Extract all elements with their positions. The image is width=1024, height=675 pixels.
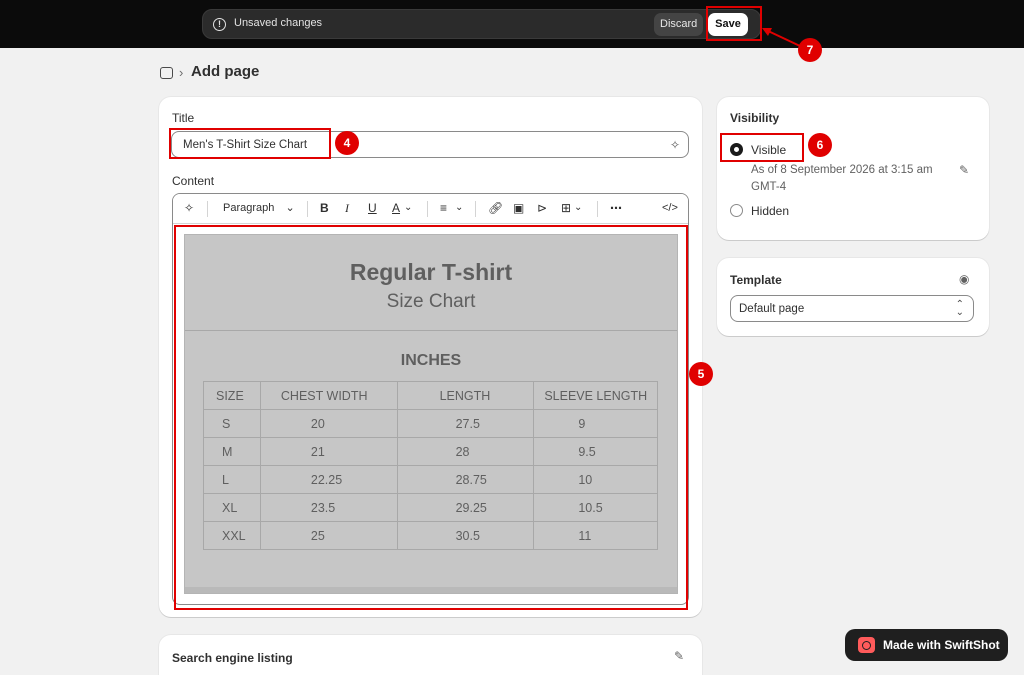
sparkle-icon[interactable]: ✧ — [670, 138, 680, 152]
top-bar: ! Unsaved changes Discard Save — [0, 0, 1024, 48]
chevron-down-icon[interactable]: ⌄ — [404, 202, 412, 213]
visibility-card: Visibility Visible As of 8 September 202… — [717, 97, 989, 240]
image-icon[interactable]: ▣ — [513, 201, 524, 215]
underline-icon[interactable]: U — [368, 201, 377, 215]
template-card: Template ◉ Default page ⌃ ⌄ — [717, 258, 989, 336]
page-title: Add page — [191, 63, 260, 80]
eye-icon[interactable]: ◉ — [959, 272, 969, 286]
highlight-visible — [720, 133, 804, 162]
paragraph-select-label: Paragraph — [223, 202, 275, 214]
visible-note: As of 8 September 2026 at 3:15 am GMT-4 — [751, 164, 933, 193]
pages-icon[interactable] — [160, 67, 173, 79]
template-select[interactable]: Default page ⌃ ⌄ — [730, 295, 974, 322]
unsaved-status: Unsaved changes — [234, 17, 323, 29]
camera-icon — [858, 637, 875, 653]
hidden-radio[interactable] — [730, 204, 743, 217]
more-icon[interactable]: ⋯ — [610, 201, 622, 215]
toolbar-divider — [597, 201, 598, 217]
pencil-icon[interactable]: ✎ — [959, 163, 969, 177]
highlight-title — [169, 128, 331, 159]
bold-icon[interactable]: B — [320, 201, 329, 215]
chevron-right-icon: › — [179, 65, 184, 80]
unsaved-changes-bar: ! Unsaved changes Discard Save — [202, 9, 761, 39]
italic-icon[interactable]: I — [345, 201, 349, 216]
toolbar-divider — [427, 201, 428, 217]
align-icon[interactable]: ≡ — [440, 201, 447, 215]
video-icon[interactable]: ⊳ — [537, 201, 547, 215]
visibility-title: Visibility — [730, 111, 780, 125]
discard-button[interactable]: Discard — [654, 13, 704, 36]
text-color-icon[interactable]: A — [392, 201, 400, 215]
title-label: Title — [172, 111, 195, 125]
paragraph-select[interactable]: Paragraph ⌄ — [223, 201, 295, 214]
seo-title: Search engine listing — [172, 651, 293, 665]
annotation-badge-7: 7 — [798, 38, 822, 62]
chevron-down-icon: ⌄ — [285, 202, 295, 214]
sparkle-icon[interactable]: ✧ — [184, 201, 194, 215]
swiftshot-label: Made with SwiftShot — [883, 638, 1000, 652]
search-engine-listing-card: Search engine listing ✎ — [159, 635, 702, 675]
table-icon[interactable]: ⊞ — [561, 201, 571, 215]
pencil-icon[interactable]: ✎ — [674, 649, 684, 663]
toolbar-divider — [207, 201, 208, 217]
template-title: Template — [730, 273, 782, 287]
highlight-content — [174, 225, 688, 610]
alert-icon: ! — [213, 18, 226, 31]
annotation-badge-5: 5 — [689, 362, 713, 386]
chevron-down-icon[interactable]: ⌄ — [574, 202, 582, 213]
template-select-value: Default page — [739, 303, 805, 315]
toolbar-divider — [475, 201, 476, 217]
code-icon[interactable]: </> — [662, 202, 678, 214]
toolbar-divider — [307, 201, 308, 217]
annotation-badge-6: 6 — [808, 133, 832, 157]
link-icon[interactable]: 🔗︎ — [488, 201, 503, 215]
select-arrows-icon: ⌃ ⌄ — [955, 299, 964, 318]
hidden-label[interactable]: Hidden — [751, 204, 789, 218]
content-label: Content — [172, 174, 215, 188]
annotation-badge-4: 4 — [335, 131, 359, 155]
swiftshot-watermark: Made with SwiftShot — [845, 629, 1008, 661]
highlight-save — [706, 6, 762, 41]
editor-toolbar: ✧ Paragraph ⌄ B I U A ⌄ ≡ ⌄ 🔗︎ ▣ ⊳ ⊞ ⌄ ⋯… — [173, 194, 688, 224]
chevron-down-icon[interactable]: ⌄ — [455, 202, 463, 213]
